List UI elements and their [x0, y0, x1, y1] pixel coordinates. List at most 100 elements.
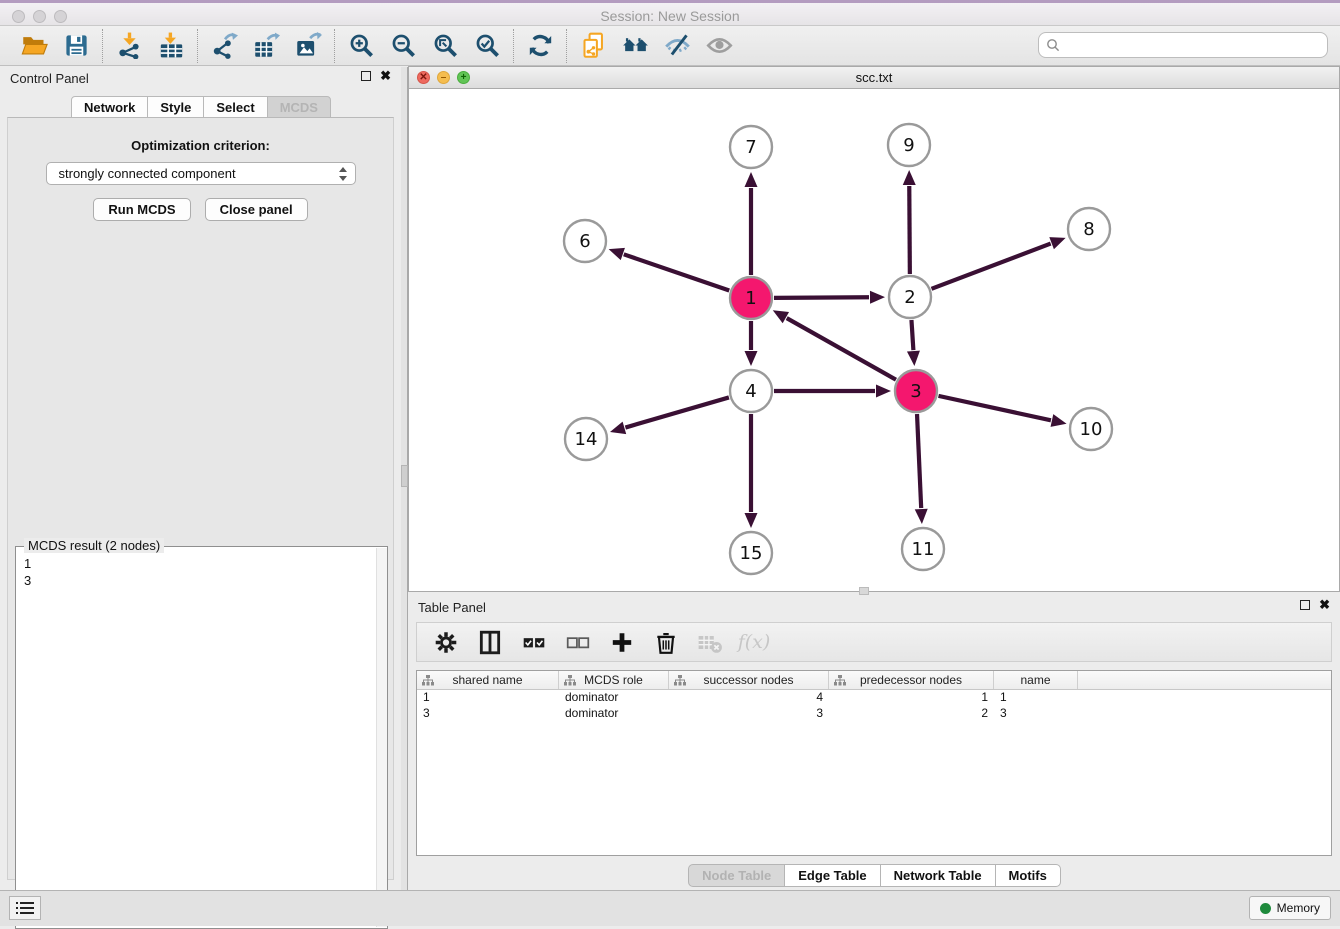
table-row[interactable]: 3dominator323 — [417, 706, 1331, 722]
delete-column-icon[interactable] — [653, 629, 679, 655]
home-layout-icon[interactable] — [621, 32, 649, 60]
graph-node-10[interactable]: 10 — [1070, 408, 1112, 450]
cell-successor-nodes: 4 — [669, 690, 829, 706]
import-table-icon[interactable] — [157, 32, 185, 60]
control-panel-tabs: NetworkStyleSelectMCDS — [0, 96, 401, 119]
open-file-icon[interactable] — [20, 32, 48, 60]
edge-arrow-1-7 — [745, 172, 758, 187]
close-panel-icon[interactable]: ✖ — [380, 71, 391, 81]
tab-node-table[interactable]: Node Table — [688, 864, 785, 887]
export-network-icon[interactable] — [210, 32, 238, 60]
tab-network-table[interactable]: Network Table — [880, 864, 996, 887]
graph-node-1[interactable]: 1 — [730, 277, 772, 319]
mcds-result-title: MCDS result (2 nodes) — [24, 538, 164, 553]
cell-predecessor-nodes: 1 — [829, 690, 994, 706]
graph-node-3[interactable]: 3 — [895, 370, 937, 412]
graph-node-11[interactable]: 11 — [902, 528, 944, 570]
graph-node-4[interactable]: 4 — [730, 370, 772, 412]
column-header-successor-nodes[interactable]: successor nodes — [669, 671, 829, 689]
session-title: Session: New Session — [0, 8, 1340, 24]
memory-status-icon — [1260, 903, 1271, 914]
criterion-dropdown-value: strongly connected component — [59, 166, 236, 181]
criterion-dropdown[interactable]: strongly connected component — [46, 162, 356, 185]
tab-style[interactable]: Style — [147, 96, 204, 119]
network-canvas[interactable]: 1 2 3 4 6 7 8 9 10 11 14 15 — [409, 89, 1339, 591]
tab-edge-table[interactable]: Edge Table — [784, 864, 880, 887]
column-header-MCDS-role[interactable]: MCDS role — [559, 671, 669, 689]
edge-arrow-1-4 — [745, 351, 758, 366]
result-scrollbar[interactable] — [376, 548, 387, 927]
export-image-icon[interactable] — [294, 32, 322, 60]
edge-arrow-3-1 — [773, 310, 789, 323]
table-row[interactable]: 1dominator411 — [417, 690, 1331, 706]
svg-text:10: 10 — [1080, 419, 1103, 440]
svg-text:9: 9 — [903, 135, 914, 156]
graph-node-14[interactable]: 14 — [565, 418, 607, 460]
column-header-shared-name[interactable]: shared name — [417, 671, 559, 689]
select-all-icon[interactable] — [521, 629, 547, 655]
float-table-panel-icon[interactable] — [1300, 600, 1310, 610]
edge-arrow-2-9 — [903, 170, 916, 185]
graph-node-2[interactable]: 2 — [889, 276, 931, 318]
cell-MCDS-role: dominator — [559, 706, 669, 722]
tab-network[interactable]: Network — [71, 96, 148, 119]
zoom-out-icon[interactable] — [389, 32, 417, 60]
edge-arrow-1-2 — [870, 291, 885, 304]
column-header-name[interactable]: name — [994, 671, 1078, 689]
show-panels-icon[interactable] — [705, 32, 733, 60]
svg-text:6: 6 — [579, 231, 590, 252]
float-panel-icon[interactable] — [361, 71, 371, 81]
svg-text:14: 14 — [575, 429, 598, 450]
svg-text:4: 4 — [745, 381, 756, 402]
tab-mcds[interactable]: MCDS — [267, 96, 331, 119]
task-history-button[interactable] — [9, 896, 41, 920]
svg-text:1: 1 — [745, 288, 756, 309]
edge-arrow-4-3 — [876, 385, 891, 398]
tab-select[interactable]: Select — [203, 96, 267, 119]
graph-node-9[interactable]: 9 — [888, 124, 930, 166]
search-input[interactable] — [1038, 32, 1328, 58]
column-visibility-icon[interactable] — [477, 629, 503, 655]
mcds-result-box: MCDS result (2 nodes) 1 3 — [15, 546, 388, 929]
column-header-predecessor-nodes[interactable]: predecessor nodes — [829, 671, 994, 689]
save-session-icon[interactable] — [62, 32, 90, 60]
run-mcds-button[interactable]: Run MCDS — [93, 198, 190, 221]
cell-successor-nodes: 3 — [669, 706, 829, 722]
graph-node-15[interactable]: 15 — [730, 532, 772, 574]
export-table-icon[interactable] — [252, 32, 280, 60]
edge-arrow-4-15 — [745, 513, 758, 528]
graph-node-6[interactable]: 6 — [564, 220, 606, 262]
network-view-window: ✕ – + scc.txt 1 2 3 4 6 7 8 9 10 11 14 15 — [408, 66, 1340, 592]
mcds-panel: Optimization criterion: strongly connect… — [7, 117, 394, 880]
graph-node-8[interactable]: 8 — [1068, 208, 1110, 250]
graph-node-7[interactable]: 7 — [730, 126, 772, 168]
add-column-icon[interactable] — [609, 629, 635, 655]
gear-icon[interactable] — [433, 629, 459, 655]
tab-motifs[interactable]: Motifs — [995, 864, 1061, 887]
splitter-grip[interactable] — [401, 465, 408, 487]
svg-text:2: 2 — [904, 287, 915, 308]
search-box — [1038, 32, 1328, 58]
edge-arrow-1-6 — [609, 248, 625, 260]
node-table[interactable]: shared nameMCDS rolesuccessor nodesprede… — [416, 670, 1332, 856]
zoom-fit-icon[interactable] — [431, 32, 459, 60]
table-header-row: shared nameMCDS rolesuccessor nodesprede… — [417, 671, 1331, 690]
deselect-all-icon[interactable] — [565, 629, 591, 655]
edge-arrow-2-3 — [907, 351, 920, 366]
horizontal-splitter-grip[interactable] — [859, 587, 869, 595]
close-panel-button[interactable]: Close panel — [205, 198, 308, 221]
zoom-in-icon[interactable] — [347, 32, 375, 60]
import-network-icon[interactable] — [115, 32, 143, 60]
memory-button[interactable]: Memory — [1249, 896, 1331, 920]
cell-shared-name: 1 — [417, 690, 559, 706]
refresh-icon[interactable] — [526, 32, 554, 60]
network-window-titlebar: ✕ – + scc.txt — [409, 67, 1339, 89]
zoom-selected-icon[interactable] — [473, 32, 501, 60]
network-graph[interactable]: 1 2 3 4 6 7 8 9 10 11 14 15 — [409, 89, 1339, 591]
close-table-panel-icon[interactable]: ✖ — [1319, 600, 1330, 610]
hide-panels-icon[interactable] — [663, 32, 691, 60]
vertical-splitter[interactable] — [401, 67, 408, 890]
cell-shared-name: 3 — [417, 706, 559, 722]
clone-network-icon[interactable] — [579, 32, 607, 60]
memory-label: Memory — [1277, 901, 1320, 915]
